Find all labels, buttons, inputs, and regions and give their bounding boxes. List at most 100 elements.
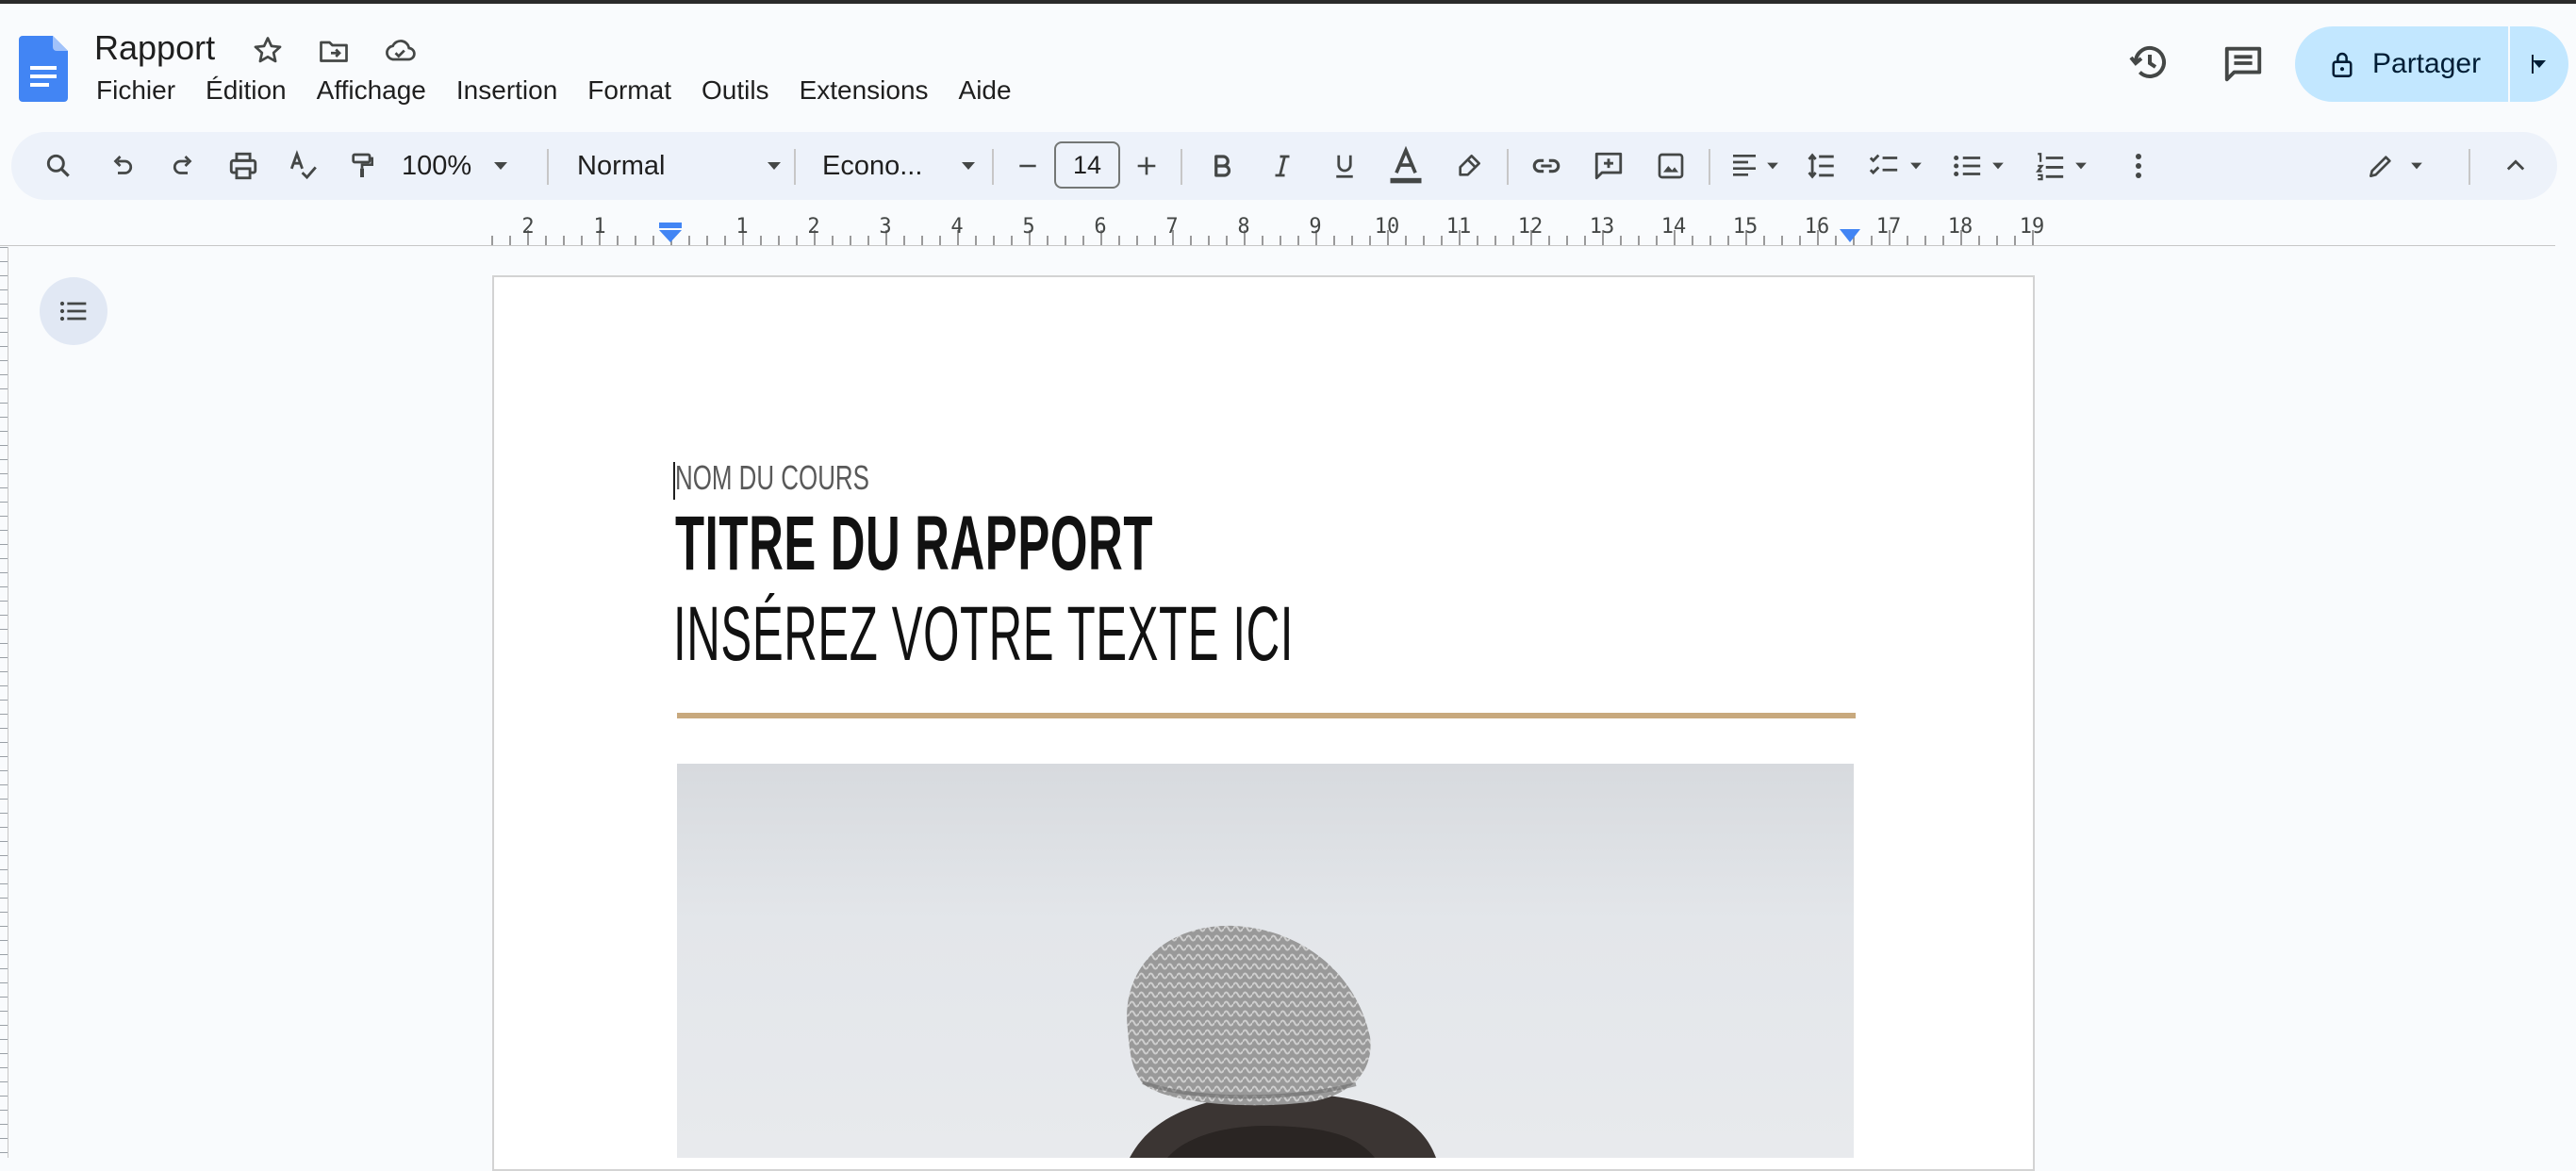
outline-list-icon	[59, 301, 87, 322]
bulleted-list-icon	[1954, 155, 1981, 177]
caret-down-icon	[1992, 162, 2004, 170]
undo-button[interactable]	[102, 132, 143, 200]
checklist-icon	[1869, 154, 1898, 175]
search-menus-button[interactable]	[38, 132, 79, 200]
ruler-label: 2	[807, 215, 820, 239]
insert-link-button[interactable]	[1524, 132, 1569, 200]
spellcheck-icon	[289, 150, 317, 180]
font-family-select[interactable]: Econo...	[822, 132, 977, 200]
editing-mode-button[interactable]	[2359, 132, 2431, 200]
ruler-label: 19	[2019, 215, 2045, 239]
menu-aide[interactable]: Aide	[944, 75, 1027, 106]
menu-outils[interactable]: Outils	[686, 75, 784, 106]
bold-button[interactable]	[1199, 132, 1245, 200]
italic-button[interactable]	[1260, 132, 1305, 200]
paragraph-style-select[interactable]: Normal	[577, 132, 783, 200]
comments-icon[interactable]	[2221, 41, 2265, 85]
subtitle-text[interactable]: INSÉREZ VOTRE TEXTE ICI	[673, 590, 1294, 679]
share-dropdown-button[interactable]	[2508, 26, 2568, 102]
line-spacing-icon	[1808, 153, 1834, 179]
link-icon	[1532, 158, 1560, 173]
menu-format[interactable]: Format	[572, 75, 686, 106]
ruler-label: 12	[1517, 215, 1544, 239]
menu-fichier[interactable]: Fichier	[81, 75, 190, 106]
course-name-text[interactable]: NOM DU COURS	[675, 458, 869, 498]
highlight-color-button[interactable]	[1446, 132, 1492, 200]
vertical-ruler[interactable]	[0, 247, 8, 1158]
menu-insertion[interactable]: Insertion	[441, 75, 572, 106]
spellcheck-button[interactable]	[283, 132, 324, 200]
ruler-label: 17	[1875, 215, 1902, 239]
ruler-label: 16	[1804, 215, 1830, 239]
add-comment-button[interactable]	[1586, 132, 1631, 200]
ruler-label: 14	[1660, 215, 1687, 239]
ruler-label: 11	[1445, 215, 1472, 239]
right-indent-marker-icon[interactable]	[1839, 228, 1861, 243]
chevron-up-icon	[2506, 159, 2525, 171]
toolbar-divider	[1181, 149, 1182, 185]
caret-down-icon	[1767, 162, 1778, 170]
share-button[interactable]: Partager	[2295, 26, 2508, 102]
toolbar-divider	[1507, 149, 1509, 185]
align-button[interactable]	[1724, 132, 1786, 200]
horizontal-ruler[interactable]: 2 1 1 2 3 4 5 6 7 8 9 10 11 12 13 14 15 …	[490, 213, 2044, 247]
numbered-list-button[interactable]	[2025, 132, 2097, 200]
image-icon	[1658, 153, 1684, 179]
search-icon	[46, 154, 70, 177]
document-title[interactable]: Rapport	[94, 28, 215, 68]
menu-extensions[interactable]: Extensions	[784, 75, 944, 106]
toolbar-divider	[547, 149, 549, 185]
version-history-icon[interactable]	[2127, 40, 2172, 85]
ruler-label: 10	[1374, 215, 1400, 239]
move-folder-icon[interactable]	[317, 34, 351, 68]
toolbar-divider	[1709, 149, 1710, 185]
bulleted-list-button[interactable]	[1942, 132, 2014, 200]
report-title-text[interactable]: TITRE DU RAPPORT	[675, 500, 1153, 588]
align-left-icon	[1733, 155, 1756, 176]
ruler-label: 9	[1309, 215, 1322, 239]
menu-edition[interactable]: Édition	[190, 75, 302, 106]
line-spacing-button[interactable]	[1799, 132, 1844, 200]
caret-down-icon	[768, 162, 781, 170]
print-button[interactable]	[223, 132, 264, 200]
undo-icon	[113, 156, 133, 174]
more-options-button[interactable]	[2122, 132, 2155, 200]
ruler-label: 5	[1022, 215, 1035, 239]
star-icon[interactable]	[251, 34, 285, 68]
chevron-down-icon	[2532, 55, 2546, 74]
text-color-button[interactable]	[1380, 132, 1431, 200]
insert-image-button[interactable]	[1648, 132, 1693, 200]
plus-icon	[1137, 157, 1156, 175]
ruler-label: 8	[1237, 215, 1250, 239]
left-indent-marker-icon[interactable]	[658, 223, 683, 243]
caret-down-icon	[1910, 162, 1922, 170]
paint-format-icon	[352, 153, 373, 177]
redo-icon	[173, 156, 192, 174]
caret-down-icon	[494, 162, 508, 170]
ruler-label: 7	[1165, 215, 1179, 239]
ruler-label: 15	[1732, 215, 1759, 239]
caret-down-icon	[2411, 162, 2422, 170]
paint-format-button[interactable]	[341, 132, 383, 200]
pencil-icon	[2370, 156, 2391, 177]
increase-font-size-button[interactable]	[1128, 132, 1165, 200]
menu-bar: Fichier Édition Affichage Insertion Form…	[81, 75, 1027, 106]
ruler-label: 1	[593, 215, 606, 239]
redo-button[interactable]	[162, 132, 204, 200]
hide-menus-button[interactable]	[2495, 132, 2536, 200]
text-color-icon	[1390, 145, 1422, 184]
zoom-value: 100%	[402, 150, 472, 181]
cover-photo[interactable]	[677, 764, 1854, 1158]
document-outline-button[interactable]	[40, 277, 107, 345]
docs-logo-icon[interactable]	[19, 36, 68, 102]
zoom-select[interactable]: 100%	[402, 132, 524, 200]
more-vert-icon	[2136, 154, 2141, 178]
print-icon	[229, 152, 257, 180]
checklist-button[interactable]	[1859, 132, 1931, 200]
menu-affichage[interactable]: Affichage	[302, 75, 441, 106]
highlighter-icon	[1459, 155, 1480, 176]
decrease-font-size-button[interactable]	[1009, 132, 1047, 200]
cloud-saved-icon[interactable]	[383, 34, 417, 68]
underline-button[interactable]	[1322, 132, 1367, 200]
font-size-input[interactable]: 14	[1054, 141, 1120, 189]
